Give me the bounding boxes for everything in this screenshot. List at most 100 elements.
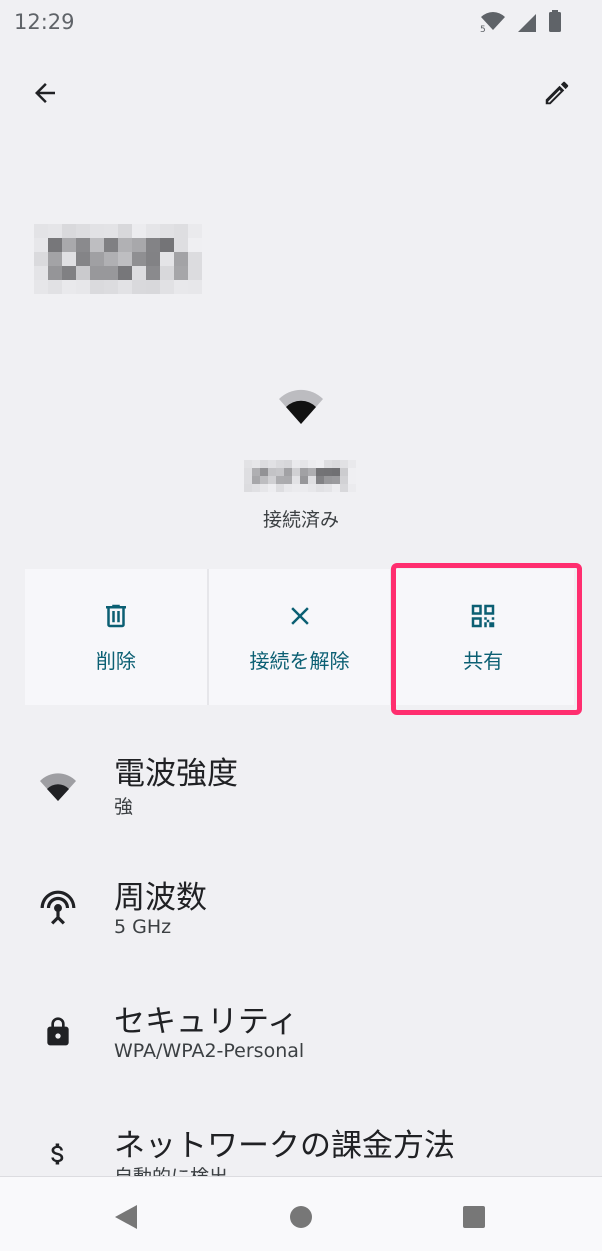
mosaic-cell bbox=[260, 476, 268, 484]
mosaic-cell bbox=[48, 224, 62, 238]
mosaic-cell bbox=[316, 460, 324, 468]
arrow-left-icon bbox=[35, 83, 55, 103]
mosaic-cell bbox=[76, 252, 90, 266]
mosaic-cell bbox=[308, 484, 316, 492]
mosaic-cell bbox=[76, 266, 90, 280]
mosaic-cell bbox=[76, 280, 90, 294]
mosaic-cell bbox=[332, 484, 340, 492]
mosaic-cell bbox=[34, 224, 48, 238]
mosaic-cell bbox=[146, 266, 160, 280]
mosaic-cell bbox=[308, 460, 316, 468]
mosaic-cell bbox=[276, 484, 284, 492]
mosaic-cell bbox=[118, 280, 132, 294]
mosaic-cell bbox=[174, 252, 188, 266]
mosaic-cell bbox=[188, 238, 202, 252]
mosaic-cell bbox=[34, 266, 48, 280]
detail-title: ネットワークの課金方法 bbox=[114, 1128, 455, 1164]
mosaic-cell bbox=[174, 280, 188, 294]
disconnect-label: 接続を解除 bbox=[249, 648, 350, 673]
mosaic-cell bbox=[332, 468, 340, 476]
mosaic-cell bbox=[160, 280, 174, 294]
mosaic-cell bbox=[90, 266, 104, 280]
detail-metering[interactable]: ネットワークの課金方法 自動的に検出 bbox=[0, 1114, 602, 1176]
mosaic-cell bbox=[348, 460, 356, 468]
mosaic-cell bbox=[146, 252, 160, 266]
mosaic-cell bbox=[62, 238, 76, 252]
mosaic-cell bbox=[48, 266, 62, 280]
mosaic-cell bbox=[284, 468, 292, 476]
cell-signal-icon bbox=[518, 14, 536, 32]
mosaic-cell bbox=[276, 460, 284, 468]
mosaic-cell bbox=[244, 460, 252, 468]
mosaic-cell bbox=[48, 238, 62, 252]
mosaic-cell bbox=[292, 476, 300, 484]
mosaic-cell bbox=[324, 468, 332, 476]
mosaic-cell bbox=[340, 476, 348, 484]
mosaic-cell bbox=[132, 224, 146, 238]
mosaic-cell bbox=[244, 476, 252, 484]
mosaic-cell bbox=[260, 484, 268, 492]
share-label: 共有 bbox=[463, 648, 504, 673]
nav-home-button[interactable] bbox=[281, 1197, 321, 1237]
mosaic-cell bbox=[146, 238, 160, 252]
detail-signal-strength[interactable]: 電波強度 強 bbox=[0, 742, 602, 852]
mosaic-cell bbox=[160, 238, 174, 252]
mosaic-cell bbox=[268, 468, 276, 476]
network-name-redacted bbox=[34, 224, 202, 300]
detail-frequency[interactable]: 周波数 5 GHz bbox=[0, 866, 602, 976]
mosaic-cell bbox=[260, 468, 268, 476]
mosaic-cell bbox=[284, 484, 292, 492]
ssid-redacted bbox=[244, 460, 356, 496]
back-button[interactable] bbox=[24, 72, 66, 114]
mosaic-cell bbox=[252, 468, 260, 476]
mosaic-cell bbox=[244, 484, 252, 492]
wifi-5-icon: 5 bbox=[480, 12, 505, 32]
dollar-icon bbox=[36, 1132, 80, 1176]
mosaic-cell bbox=[252, 460, 260, 468]
mosaic-cell bbox=[104, 280, 118, 294]
mosaic-cell bbox=[268, 476, 276, 484]
mosaic-cell bbox=[132, 238, 146, 252]
nav-back-button[interactable] bbox=[106, 1197, 146, 1237]
mosaic-cell bbox=[118, 238, 132, 252]
mosaic-cell bbox=[332, 476, 340, 484]
share-button[interactable]: 共有 bbox=[392, 569, 574, 705]
mosaic-cell bbox=[300, 476, 308, 484]
mosaic-cell bbox=[292, 460, 300, 468]
mosaic-cell bbox=[284, 460, 292, 468]
mosaic-cell bbox=[340, 484, 348, 492]
disconnect-button[interactable]: 接続を解除 bbox=[209, 569, 393, 705]
mosaic-cell bbox=[118, 224, 132, 238]
close-icon bbox=[290, 606, 309, 625]
mosaic-cell bbox=[316, 484, 324, 492]
mosaic-cell bbox=[188, 280, 202, 294]
system-nav-bar bbox=[0, 1176, 602, 1251]
trash-icon bbox=[105, 604, 126, 627]
delete-button[interactable]: 削除 bbox=[25, 569, 209, 705]
mosaic-cell bbox=[292, 468, 300, 476]
nav-recents-button[interactable] bbox=[454, 1197, 494, 1237]
mosaic-cell bbox=[34, 280, 48, 294]
mosaic-cell bbox=[132, 252, 146, 266]
mosaic-cell bbox=[316, 476, 324, 484]
detail-security[interactable]: セキュリティ WPA/WPA2-Personal bbox=[0, 990, 602, 1100]
mosaic-cell bbox=[260, 460, 268, 468]
mosaic-cell bbox=[348, 468, 356, 476]
mosaic-cell bbox=[174, 224, 188, 238]
mosaic-cell bbox=[48, 252, 62, 266]
mosaic-cell bbox=[308, 476, 316, 484]
mosaic-cell bbox=[174, 266, 188, 280]
action-bar: 削除 接続を解除 共有 bbox=[25, 569, 574, 705]
connection-status: 接続済み bbox=[262, 509, 339, 531]
mosaic-cell bbox=[188, 266, 202, 280]
mosaic-cell bbox=[146, 224, 160, 238]
detail-title: セキュリティ bbox=[114, 1004, 299, 1040]
mosaic-cell bbox=[104, 252, 118, 266]
mosaic-cell bbox=[340, 468, 348, 476]
mosaic-cell bbox=[174, 238, 188, 252]
pencil-icon bbox=[545, 81, 569, 105]
mosaic-cell bbox=[118, 266, 132, 280]
detail-value: 自動的に検出 bbox=[114, 1162, 228, 1176]
detail-title: 電波強度 bbox=[114, 756, 238, 792]
edit-button[interactable] bbox=[536, 72, 578, 114]
